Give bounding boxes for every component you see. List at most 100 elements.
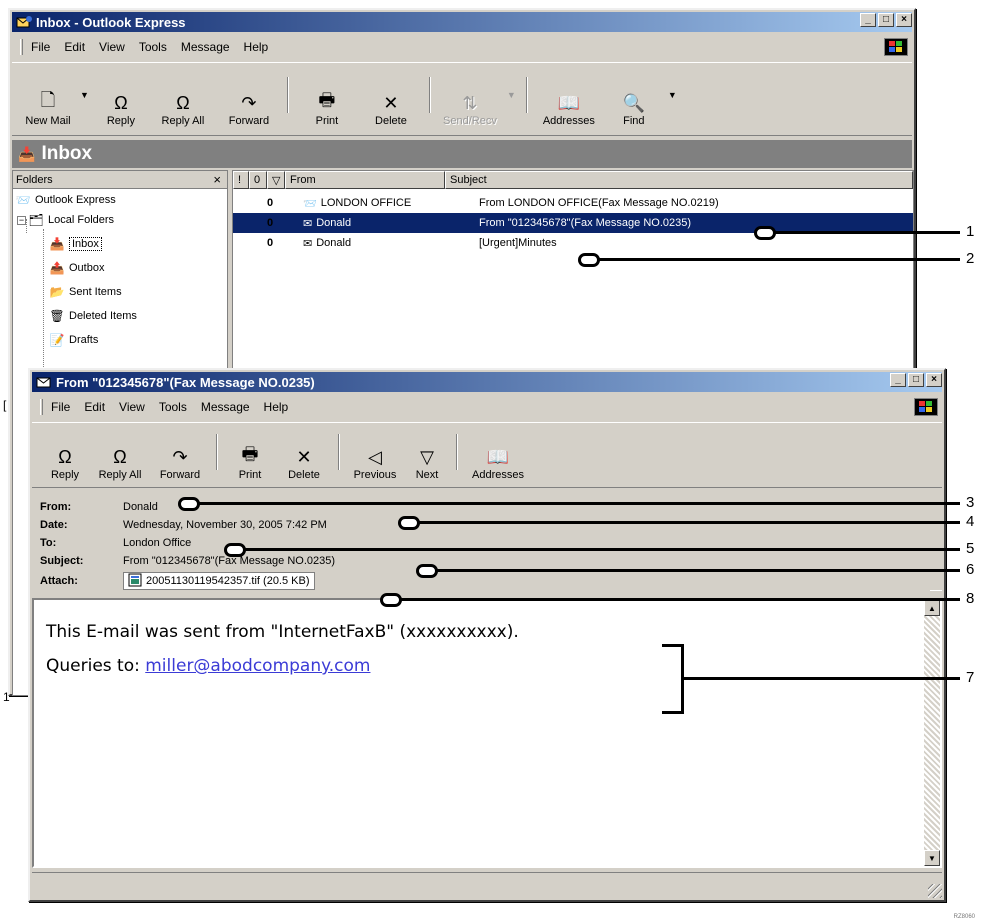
message-titlebar[interactable]: From "012345678"(Fax Message NO.0235) (32, 372, 942, 392)
print-button[interactable]: 🖶 Print (224, 444, 276, 481)
print-icon: 🖶 (241, 444, 259, 464)
reply-button[interactable]: Ω Reply (40, 445, 90, 482)
toolbar-separator (525, 77, 528, 113)
toolbar-separator (456, 434, 458, 470)
menu-tools[interactable]: Tools (139, 40, 167, 54)
left-edge-fragment: [ (3, 398, 7, 412)
reply-all-button[interactable]: Ω Reply All (149, 91, 217, 128)
send-recv-dropdown-icon[interactable]: ▼ (507, 90, 516, 100)
folders-close-button[interactable]: × (213, 172, 221, 187)
message-window: From "012345678"(Fax Message NO.0235) _ … (28, 368, 946, 902)
minimize-button[interactable]: _ (860, 13, 876, 27)
column-subject[interactable]: Subject (445, 171, 913, 189)
column-attachment[interactable]: 0 (249, 171, 267, 189)
new-mail-button[interactable]: 🗋 New Mail (20, 90, 76, 127)
message-subject: [Urgent]Minutes (479, 237, 557, 249)
reply-button[interactable]: Ω Reply (93, 91, 149, 128)
collapse-icon[interactable]: − (17, 215, 26, 225)
forward-button[interactable]: ↷ Forward (217, 91, 281, 128)
new-mail-icon: 🗋 (40, 90, 56, 110)
toolbar-separator (428, 77, 431, 113)
message-row-selected[interactable]: 0 ✉ Donald From "012345678"(Fax Message … (233, 213, 913, 233)
callout-bracket (662, 644, 684, 714)
delete-button[interactable]: ✕ Delete (276, 445, 332, 482)
delete-button[interactable]: ✕ Delete (359, 91, 423, 128)
callout-number: 4 (966, 513, 975, 530)
previous-button[interactable]: ◁ Previous (346, 445, 404, 482)
callout-line (244, 548, 960, 551)
main-titlebar[interactable]: Inbox - Outlook Express (12, 12, 912, 32)
windows-logo-icon (914, 398, 938, 416)
menu-edit[interactable]: Edit (64, 40, 85, 54)
body-line-2: Queries to: miller@abodcompany.com (46, 656, 371, 676)
callout-number: 1 (966, 223, 975, 240)
close-button[interactable]: × (926, 373, 942, 387)
callout-line (598, 258, 960, 261)
menu-edit[interactable]: Edit (84, 400, 105, 414)
scroll-down-icon[interactable]: ▼ (924, 850, 940, 866)
find-button[interactable]: 🔍 Find (604, 91, 664, 128)
maximize-button[interactable]: □ (908, 373, 924, 387)
column-priority[interactable]: ! (233, 171, 249, 189)
callout-line (774, 231, 960, 234)
body-line-1: This E-mail was sent from "InternetFaxB"… (46, 622, 519, 642)
header-scroll-stub (930, 590, 942, 596)
message-from: ✉ Donald (303, 217, 352, 230)
menu-file[interactable]: File (51, 400, 70, 414)
message-row[interactable]: 0 📨 LONDON OFFICE From LONDON OFFICE(Fax… (233, 193, 913, 213)
attachment-field[interactable]: 20051130119542357.tif (20.5 KB) (123, 572, 315, 590)
message-row[interactable]: 0 ✉ Donald [Urgent]Minutes (233, 233, 913, 253)
menubar-grip (20, 39, 23, 55)
folder-local-folders[interactable]: − 🗂 Local Folders (17, 211, 114, 229)
callout-number: 2 (966, 250, 975, 267)
addresses-button[interactable]: 📖 Addresses (534, 91, 604, 128)
menu-tools[interactable]: Tools (159, 400, 187, 414)
new-mail-dropdown-icon[interactable]: ▼ (80, 90, 89, 100)
folder-inbox[interactable]: 📥 Inbox (49, 235, 102, 253)
main-toolbar: 🗋 New Mail ▼ Ω Reply Ω Reply All ↷ Forwa… (12, 62, 912, 136)
folder-sent-items[interactable]: 📂 Sent Items (49, 283, 122, 301)
reply-all-button[interactable]: Ω Reply All (90, 445, 150, 482)
forward-icon: ↷ (172, 446, 188, 467)
addresses-button[interactable]: 📖 Addresses (464, 445, 532, 482)
close-button[interactable]: × (896, 13, 912, 27)
folders-header: Folders × (13, 171, 227, 189)
menu-help[interactable]: Help (264, 400, 289, 414)
forward-label: Forward (228, 115, 270, 127)
scroll-up-icon[interactable]: ▲ (924, 600, 940, 616)
message-body[interactable]: This E-mail was sent from "InternetFaxB"… (32, 598, 942, 868)
next-button[interactable]: ▽ Next (404, 445, 450, 482)
menu-view[interactable]: View (99, 40, 125, 54)
menu-help[interactable]: Help (244, 40, 269, 54)
menubar-grip (40, 399, 43, 415)
tif-file-icon (128, 573, 142, 590)
menu-file[interactable]: File (31, 40, 50, 54)
send-recv-button[interactable]: ⇅ Send/Recv (437, 91, 503, 128)
folder-outlook-express[interactable]: 📨 Outlook Express (15, 191, 116, 209)
folder-deleted-items[interactable]: 🗑 Deleted Items (49, 307, 137, 325)
print-button[interactable]: 🖶 Print (295, 90, 359, 127)
inbox-icon: 📥 (49, 237, 65, 251)
maximize-button[interactable]: □ (878, 13, 894, 27)
menu-view[interactable]: View (119, 400, 145, 414)
folder-outbox[interactable]: 📤 Outbox (49, 259, 105, 277)
print-label: Print (315, 115, 339, 127)
next-label: Next (415, 469, 439, 481)
callout-number: 3 (966, 494, 975, 511)
menu-message[interactable]: Message (201, 400, 250, 414)
resize-grip-icon[interactable] (928, 884, 942, 898)
reply-all-icon: Ω (113, 446, 127, 467)
read-mail-icon: ✉ (303, 237, 313, 250)
minimize-button[interactable]: _ (890, 373, 906, 387)
email-link[interactable]: miller@abodcompany.com (145, 656, 370, 676)
vertical-scrollbar[interactable]: ▲ ▼ (924, 600, 940, 866)
folder-drafts[interactable]: 📝 Drafts (49, 331, 99, 349)
menu-message[interactable]: Message (181, 40, 230, 54)
callout-cap (224, 543, 246, 557)
column-flag[interactable]: ▽ (267, 171, 285, 189)
from-value: Donald (123, 501, 158, 513)
find-dropdown-icon[interactable]: ▼ (668, 90, 677, 100)
send-recv-label: Send/Recv (443, 115, 497, 127)
forward-button[interactable]: ↷ Forward (150, 445, 210, 482)
column-from[interactable]: From (285, 171, 445, 189)
